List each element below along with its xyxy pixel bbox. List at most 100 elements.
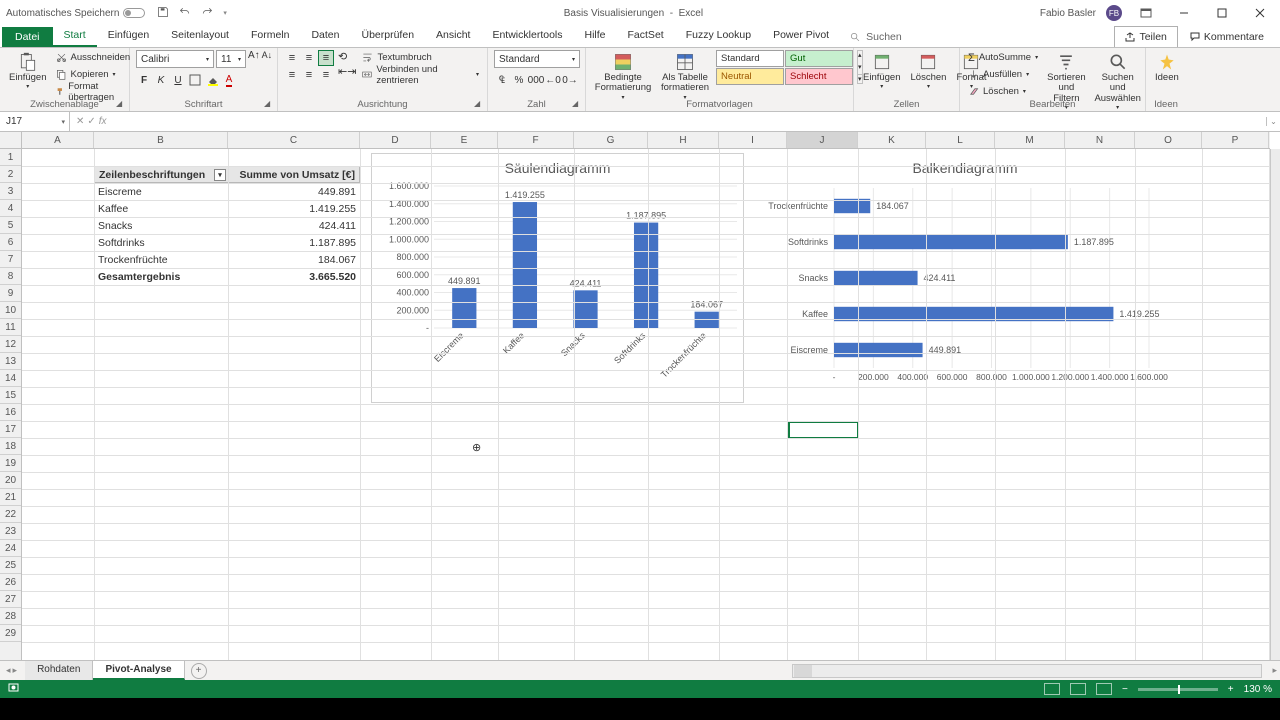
col-header-H[interactable]: H — [648, 132, 719, 148]
zoom-out-icon[interactable]: − — [1122, 684, 1128, 695]
fill-button[interactable]: Ausfüllen ▾ — [966, 67, 1040, 82]
underline-button[interactable]: U — [170, 72, 186, 88]
expand-formula-bar-icon[interactable]: ⌄ — [1266, 117, 1280, 126]
sheet-nav-prev-icon[interactable]: ◂ — [6, 665, 11, 676]
pivot-data-row[interactable]: Trockenfrüchte184.067 — [94, 251, 360, 268]
grow-font-icon[interactable]: A↑ — [248, 50, 260, 68]
row-header-22[interactable]: 22 — [0, 506, 21, 523]
row-header-5[interactable]: 5 — [0, 217, 21, 234]
row-header-11[interactable]: 11 — [0, 319, 21, 336]
row-header-23[interactable]: 23 — [0, 523, 21, 540]
zoom-in-icon[interactable]: + — [1228, 684, 1234, 695]
cell-styles-gallery[interactable]: Standard Gut Neutral Schlecht — [716, 50, 853, 85]
minimize-icon[interactable] — [1170, 3, 1198, 23]
row-header-9[interactable]: 9 — [0, 285, 21, 302]
row-header-18[interactable]: 18 — [0, 438, 21, 455]
row-header-15[interactable]: 15 — [0, 387, 21, 404]
col-header-F[interactable]: F — [498, 132, 574, 148]
tab-daten[interactable]: Daten — [300, 25, 350, 47]
active-cell[interactable] — [788, 421, 859, 439]
share-button[interactable]: Teilen — [1114, 26, 1177, 47]
filter-dropdown-icon[interactable]: ▾ — [214, 169, 226, 181]
comma-format-icon[interactable]: 000 — [528, 72, 544, 88]
col-header-B[interactable]: B — [94, 132, 228, 148]
col-header-I[interactable]: I — [719, 132, 787, 148]
col-header-M[interactable]: M — [995, 132, 1065, 148]
sheet-tab-pivot-analyse[interactable]: Pivot-Analyse — [93, 661, 184, 680]
sheet-nav-next-icon[interactable]: ▸ — [13, 665, 18, 676]
font-dialog-launcher[interactable]: ◢ — [264, 99, 274, 109]
maximize-icon[interactable] — [1208, 3, 1236, 23]
row-header-26[interactable]: 26 — [0, 574, 21, 591]
row-header-3[interactable]: 3 — [0, 183, 21, 200]
increase-decimal-icon[interactable]: ←0 — [545, 72, 561, 88]
tab-start[interactable]: Start — [53, 25, 97, 47]
row-header-10[interactable]: 10 — [0, 302, 21, 319]
autosum-button[interactable]: ΣAutoSumme ▾ — [966, 50, 1040, 65]
close-icon[interactable] — [1246, 3, 1274, 23]
column-chart[interactable]: Säulendiagramm -200.000400.000600.000800… — [371, 153, 744, 403]
row-header-8[interactable]: 8 — [0, 268, 21, 285]
col-header-D[interactable]: D — [360, 132, 431, 148]
ideas-button[interactable]: Ideen — [1152, 50, 1182, 85]
shrink-font-icon[interactable]: A↓ — [262, 50, 273, 68]
pivot-data-row[interactable]: Softdrinks1.187.895 — [94, 234, 360, 251]
tab-formeln[interactable]: Formeln — [240, 25, 301, 47]
alignment-buttons[interactable]: ≡≡≡ ≡≡≡ — [284, 50, 334, 83]
sheet-tab-rohdaten[interactable]: Rohdaten — [25, 661, 93, 680]
row-header-1[interactable]: 1 — [0, 149, 21, 166]
col-header-J[interactable]: J — [787, 132, 858, 148]
tab-fuzzy lookup[interactable]: Fuzzy Lookup — [675, 25, 762, 47]
row-header-16[interactable]: 16 — [0, 404, 21, 421]
number-format-select[interactable]: Standard▾ — [494, 50, 580, 68]
select-all-triangle[interactable] — [0, 132, 22, 149]
font-color-button[interactable]: A — [221, 72, 237, 88]
row-header-14[interactable]: 14 — [0, 370, 21, 387]
col-header-G[interactable]: G — [574, 132, 648, 148]
fx-icon[interactable]: fx — [99, 116, 107, 127]
row-header-25[interactable]: 25 — [0, 557, 21, 574]
zoom-slider[interactable] — [1138, 688, 1218, 691]
tab-überprüfen[interactable]: Überprüfen — [351, 25, 426, 47]
cancel-formula-icon[interactable]: ✕ — [76, 116, 84, 127]
paste-button[interactable]: Einfügen▾ — [6, 50, 50, 93]
row-header-4[interactable]: 4 — [0, 200, 21, 217]
row-header-29[interactable]: 29 — [0, 625, 21, 642]
tab-power pivot[interactable]: Power Pivot — [762, 25, 840, 47]
pivot-data-row[interactable]: Kaffee1.419.255 — [94, 200, 360, 217]
insert-cells-button[interactable]: Einfügen▾ — [860, 50, 904, 93]
autosave-toggle[interactable]: Automatisches Speichern — [6, 8, 145, 19]
font-size-select[interactable]: 11▾ — [216, 50, 246, 68]
tab-seitenlayout[interactable]: Seitenlayout — [160, 25, 240, 47]
pivot-data-row[interactable]: Eiscreme449.891 — [94, 183, 360, 200]
bar-chart[interactable]: Balkendiagramm -200.000400.000600.000800… — [749, 154, 1181, 404]
format-as-table-button[interactable]: Als Tabelle formatieren▾ — [658, 50, 712, 103]
format-painter-button[interactable]: Format übertragen — [54, 84, 133, 99]
row-header-2[interactable]: 2 — [0, 166, 21, 183]
formula-input[interactable] — [113, 112, 1266, 131]
accounting-format-icon[interactable]: ₠ — [494, 72, 510, 88]
col-header-C[interactable]: C — [228, 132, 360, 148]
col-header-P[interactable]: P — [1202, 132, 1269, 148]
horizontal-scrollbar[interactable] — [792, 664, 1262, 678]
merge-center-button[interactable]: Verbinden und zentrieren ▾ — [360, 67, 481, 82]
hscroll-right-icon[interactable]: ▸ — [1272, 665, 1277, 676]
add-sheet-button[interactable]: + — [191, 663, 207, 679]
col-header-A[interactable]: A — [22, 132, 94, 148]
tab-ansicht[interactable]: Ansicht — [425, 25, 481, 47]
tab-hilfe[interactable]: Hilfe — [574, 25, 617, 47]
number-dialog-launcher[interactable]: ◢ — [572, 99, 582, 109]
row-header-19[interactable]: 19 — [0, 455, 21, 472]
page-layout-view-icon[interactable] — [1070, 683, 1086, 695]
zoom-level[interactable]: 130 % — [1244, 684, 1272, 695]
alignment-dialog-launcher[interactable]: ◢ — [474, 99, 484, 109]
fill-color-button[interactable] — [204, 72, 220, 88]
name-box[interactable]: J17 — [0, 112, 70, 131]
row-header-27[interactable]: 27 — [0, 591, 21, 608]
column-headers[interactable]: ABCDEFGHIJKLMNOP — [22, 132, 1270, 149]
normal-view-icon[interactable] — [1044, 683, 1060, 695]
decrease-decimal-icon[interactable]: 0→ — [562, 72, 578, 88]
row-header-13[interactable]: 13 — [0, 353, 21, 370]
page-break-view-icon[interactable] — [1096, 683, 1112, 695]
border-button[interactable] — [187, 72, 203, 88]
